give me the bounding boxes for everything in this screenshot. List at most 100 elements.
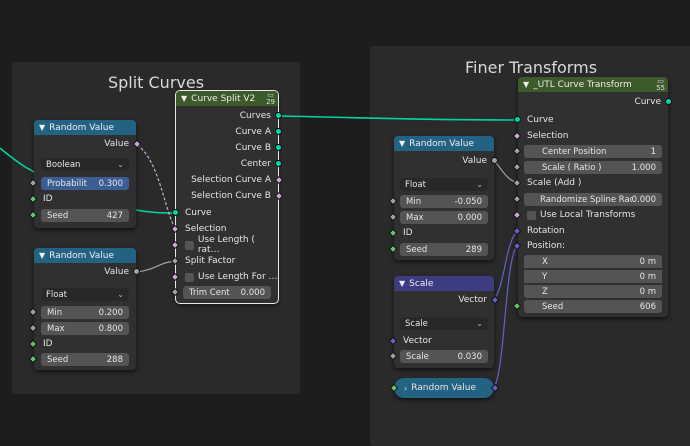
chevron-down-icon: ⌄ bbox=[476, 180, 483, 189]
position-z-field[interactable]: Z 0 m bbox=[524, 285, 662, 298]
max-field[interactable]: Max 0.800 bbox=[41, 322, 129, 335]
field-value: 289 bbox=[465, 244, 482, 255]
scale-ratio-field[interactable]: Scale ( Ratio ) 1.000 bbox=[524, 161, 662, 174]
socket-label: Selection Curve B bbox=[191, 191, 271, 201]
output-socket[interactable] bbox=[275, 128, 282, 135]
input-selection: Selection bbox=[512, 129, 668, 143]
field-label: Probabilit bbox=[47, 178, 87, 189]
chevron-right-icon[interactable]: › bbox=[404, 384, 407, 393]
field-value: 0.000 bbox=[631, 194, 656, 205]
field-value: 0.300 bbox=[98, 178, 123, 189]
input-use-length-for[interactable]: Use Length For … bbox=[170, 270, 278, 284]
randomize-radius-field[interactable]: Randomize Spline Radiu 0.000 bbox=[524, 193, 662, 206]
socket-label: Vector bbox=[403, 336, 432, 346]
socket-label: Value bbox=[462, 156, 487, 166]
seed-field[interactable]: Seed 427 bbox=[41, 209, 129, 222]
input-position: Position: bbox=[512, 239, 668, 253]
random-value-collapsed-node[interactable]: › Random Value bbox=[389, 378, 500, 398]
input-scale-add: Scale (Add ) bbox=[512, 176, 668, 190]
input-curve: Curve bbox=[514, 113, 668, 127]
badge-count: 55 bbox=[656, 84, 665, 92]
checkbox[interactable] bbox=[527, 210, 536, 220]
input-rotation: Rotation bbox=[512, 224, 668, 238]
socket-label: Curves bbox=[239, 111, 271, 121]
input-id: ID bbox=[388, 226, 494, 240]
input-curve: Curve bbox=[172, 206, 278, 220]
random-value-node-3[interactable]: ▼ Random Value Value Float ⌄ Min -0.050 … bbox=[388, 136, 498, 260]
curve-split-node[interactable]: ▼ Curve Split V2 ▭ 29 Curves Curve A Curv… bbox=[170, 90, 284, 304]
data-type-dropdown[interactable]: Float ⌄ bbox=[400, 178, 488, 191]
data-type-dropdown[interactable]: Float ⌄ bbox=[41, 288, 129, 301]
max-field[interactable]: Max 0.000 bbox=[400, 211, 488, 224]
random-value-node-2[interactable]: ▼ Random Value Value Float ⌄ Min 0.200 M… bbox=[28, 248, 140, 370]
field-value: 0.030 bbox=[457, 351, 482, 362]
socket-label: Curve A bbox=[235, 127, 271, 137]
checkbox[interactable] bbox=[185, 272, 194, 282]
output-socket[interactable] bbox=[275, 160, 282, 167]
field-label: Seed bbox=[47, 354, 69, 365]
output-curve-a: Curve A bbox=[176, 125, 282, 139]
chevron-down-icon[interactable]: ▼ bbox=[39, 123, 45, 132]
output-socket[interactable] bbox=[491, 157, 498, 164]
trim-center-field[interactable]: Trim Cent 0.000 bbox=[183, 286, 271, 299]
position-y-field[interactable]: Y 0 m bbox=[524, 270, 662, 283]
scale-node[interactable]: ▼ Scale Vector Scale ⌄ Vector Scale 0.03… bbox=[388, 276, 500, 368]
output-selection-a: Selection Curve A bbox=[176, 173, 284, 187]
checkbox-label: Use Length For … bbox=[198, 272, 278, 282]
min-field[interactable]: Min -0.050 bbox=[400, 195, 488, 208]
dropdown-value: Scale bbox=[405, 318, 428, 329]
output-socket[interactable] bbox=[133, 268, 140, 275]
field-value: 0 m bbox=[639, 271, 656, 282]
field-label: Center Position bbox=[542, 146, 607, 157]
field-label: Scale ( Ratio ) bbox=[542, 162, 602, 173]
random-value-node-1[interactable]: ▼ Random Value Value Boolean ⌄ Probabili… bbox=[28, 120, 142, 228]
chevron-down-icon[interactable]: ▼ bbox=[523, 80, 529, 89]
seed-field[interactable]: Seed 606 bbox=[524, 300, 662, 313]
input-use-length-ratio[interactable]: Use Length ( rat… bbox=[170, 235, 278, 255]
output-socket[interactable] bbox=[275, 144, 282, 151]
checkbox[interactable] bbox=[185, 240, 194, 250]
curve-transform-node[interactable]: ▼ _UTL Curve Transform ▭ 55 Curve Curve S… bbox=[512, 77, 672, 317]
socket-label: Curve bbox=[634, 97, 661, 107]
operation-dropdown[interactable]: Scale ⌄ bbox=[400, 317, 488, 330]
field-value: 0.000 bbox=[240, 287, 265, 298]
output-value: Value bbox=[394, 154, 498, 168]
seed-field[interactable]: Seed 289 bbox=[400, 243, 488, 256]
socket-label: Value bbox=[104, 267, 129, 277]
node-header[interactable]: ▼ _UTL Curve Transform ▭ 55 bbox=[518, 77, 668, 92]
data-type-dropdown[interactable]: Boolean ⌄ bbox=[41, 158, 129, 171]
field-label: X bbox=[542, 256, 548, 267]
min-field[interactable]: Min 0.200 bbox=[41, 306, 129, 319]
node-header[interactable]: ▼ Random Value bbox=[34, 248, 136, 263]
output-selection-b: Selection Curve B bbox=[176, 189, 284, 203]
node-group-badge: ▭ 29 bbox=[266, 91, 275, 106]
chevron-down-icon[interactable]: ▼ bbox=[399, 279, 405, 288]
center-position-field[interactable]: Center Position 1 bbox=[524, 145, 662, 158]
output-socket[interactable] bbox=[665, 98, 672, 105]
node-header[interactable]: ▼ Scale bbox=[394, 276, 494, 291]
node-title: Random Value bbox=[409, 138, 474, 149]
position-x-field[interactable]: X 0 m bbox=[524, 255, 662, 268]
node-title: Random Value bbox=[49, 250, 114, 261]
field-value: 0 m bbox=[639, 256, 656, 267]
input-socket[interactable] bbox=[172, 209, 179, 216]
field-value: 0 m bbox=[639, 286, 656, 297]
socket-label: Split Factor bbox=[185, 256, 236, 266]
output-socket[interactable] bbox=[275, 112, 282, 119]
chevron-down-icon[interactable]: ▼ bbox=[399, 139, 405, 148]
input-use-local-transforms[interactable]: Use Local Transforms bbox=[512, 208, 668, 222]
chevron-down-icon[interactable]: ▼ bbox=[39, 251, 45, 260]
probability-field[interactable]: Probabilit 0.300 bbox=[41, 177, 129, 190]
node-header[interactable]: ▼ Random Value bbox=[394, 136, 494, 151]
dropdown-value: Boolean bbox=[46, 159, 81, 170]
node-header[interactable]: ▼ Curve Split V2 ▭ 29 bbox=[176, 91, 278, 106]
field-value: 288 bbox=[106, 354, 123, 365]
socket-label: ID bbox=[43, 194, 53, 204]
node-header[interactable]: ▼ Random Value bbox=[34, 120, 136, 135]
scale-field[interactable]: Scale 0.030 bbox=[400, 350, 488, 363]
input-id: ID bbox=[28, 337, 136, 351]
field-label: Max bbox=[406, 212, 424, 223]
seed-field[interactable]: Seed 288 bbox=[41, 353, 129, 366]
input-socket[interactable] bbox=[514, 116, 521, 123]
chevron-down-icon[interactable]: ▼ bbox=[181, 94, 187, 103]
